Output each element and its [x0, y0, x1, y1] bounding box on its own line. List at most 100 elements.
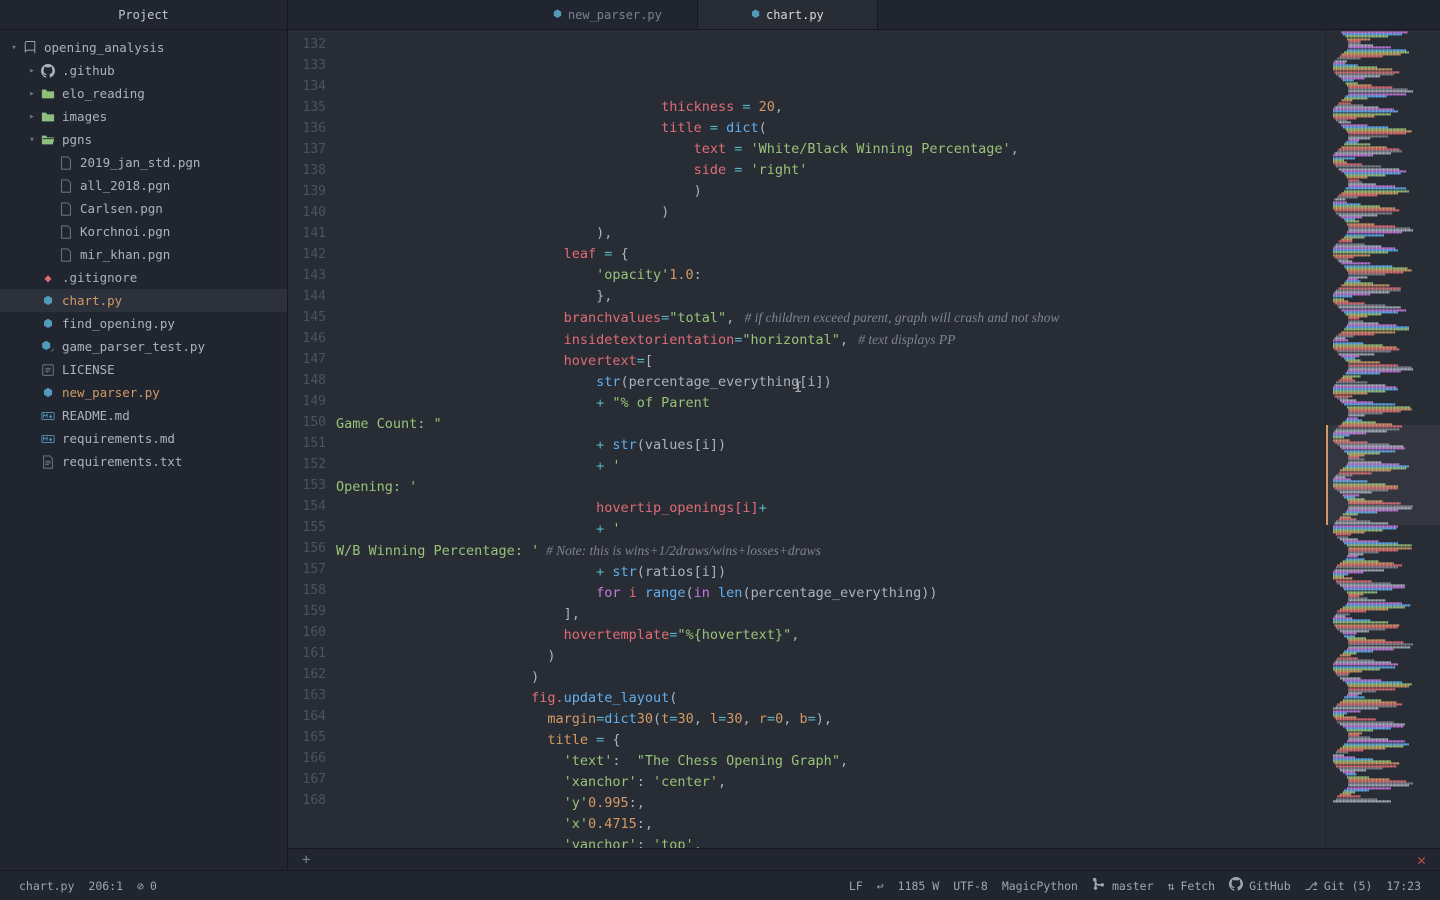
status-time: 17:23 — [1379, 871, 1428, 900]
tree-item-label: 2019_jan_std.pgn — [80, 155, 200, 170]
tree-item-label: elo_reading — [62, 86, 145, 101]
status-branch[interactable]: master — [1085, 871, 1161, 900]
python-icon: ⬢ — [751, 9, 760, 20]
tree-item-requirements-md[interactable]: requirements.md — [0, 427, 287, 450]
tree-item--github[interactable]: ▸ .github — [0, 59, 287, 82]
status-git[interactable]: ⎇Git (5) — [1298, 871, 1380, 900]
git-icon: ◆ — [40, 270, 56, 286]
tree-item-2019-jan-std-pgn[interactable]: 2019_jan_std.pgn — [0, 151, 287, 174]
tree-item-label: all_2018.pgn — [80, 178, 170, 193]
chevron-down-icon: ▾ — [8, 43, 20, 53]
tree-item-find-opening-py[interactable]: ⬢ find_opening.py — [0, 312, 287, 335]
tree-item-game-parser-test-py[interactable]: ⬢✓ game_parser_test.py — [0, 335, 287, 358]
python-icon: ⬢ — [40, 385, 56, 401]
python-test-icon: ⬢✓ — [40, 339, 56, 355]
tree-item-label: requirements.txt — [62, 454, 182, 469]
python-icon: ⬢ — [40, 316, 56, 332]
wrap-icon: ↩ — [877, 879, 884, 893]
stop-icon: ⊘ — [137, 879, 144, 893]
tree-item-label: pgns — [62, 132, 92, 147]
git-icon: ⎇ — [1305, 879, 1318, 893]
sidebar-title: Project — [0, 0, 287, 30]
close-icon[interactable]: ✕ — [1417, 851, 1426, 869]
plus-icon[interactable]: + — [302, 852, 310, 868]
branch-icon — [1092, 877, 1106, 894]
tree-item-label: new_parser.py — [62, 385, 160, 400]
bottom-tab-bar: + ✕ — [288, 848, 1440, 870]
tree-item-pgns[interactable]: ▾ pgns — [0, 128, 287, 151]
tree-item-label: requirements.md — [62, 431, 175, 446]
chevron-down-icon: ▾ — [26, 135, 38, 145]
status-bar: chart.py 206:1 ⊘0 LF ↩ 1185 W UTF-8 Magi… — [0, 870, 1440, 900]
tree-item-label: .github — [62, 63, 115, 78]
chevron-right-icon: ▸ — [26, 66, 38, 76]
tree-item-README-md[interactable]: README.md — [0, 404, 287, 427]
folder-icon — [40, 86, 56, 102]
code-content[interactable]: I thickness = 20, title = dict( text = '… — [336, 30, 1325, 848]
tree-item-LICENSE[interactable]: LICENSE — [0, 358, 287, 381]
file-icon — [58, 155, 74, 171]
minimap-viewport[interactable] — [1326, 425, 1440, 525]
status-lf[interactable]: LF — [842, 871, 870, 900]
tree-item-Korchnoi-pgn[interactable]: Korchnoi.pgn — [0, 220, 287, 243]
tree-item-label: LICENSE — [62, 362, 115, 377]
tree-item-all-2018-pgn[interactable]: all_2018.pgn — [0, 174, 287, 197]
file-icon — [58, 224, 74, 240]
tree-item-new-parser-py[interactable]: ⬢ new_parser.py — [0, 381, 287, 404]
tab-label: new_parser.py — [568, 8, 662, 22]
status-encoding[interactable]: UTF-8 — [946, 871, 995, 900]
markdown-icon — [40, 408, 56, 424]
tree-item-mir-khan-pgn[interactable]: mir_khan.pgn — [0, 243, 287, 266]
project-root[interactable]: ▾ opening_analysis — [0, 36, 287, 59]
file-icon — [58, 247, 74, 263]
status-grammar[interactable]: MagicPython — [995, 871, 1085, 900]
tree-item-label: game_parser_test.py — [62, 339, 205, 354]
tree-item-chart-py[interactable]: ⬢ chart.py — [0, 289, 287, 312]
tree-item--gitignore[interactable]: ◆ .gitignore — [0, 266, 287, 289]
status-filename[interactable]: chart.py — [12, 871, 81, 900]
license-icon — [40, 362, 56, 378]
file-icon — [58, 201, 74, 217]
minimap[interactable]: ████████████████████████████████████████… — [1325, 30, 1440, 848]
tree-item-label: Korchnoi.pgn — [80, 224, 170, 239]
github-icon — [1229, 877, 1243, 894]
tree-item-elo-reading[interactable]: ▸ elo_reading — [0, 82, 287, 105]
tree-item-label: find_opening.py — [62, 316, 175, 331]
tree-item-images[interactable]: ▸ images — [0, 105, 287, 128]
status-width[interactable]: 1185 W — [891, 871, 947, 900]
status-lint[interactable]: ⊘0 — [130, 871, 164, 900]
tree-item-Carlsen-pgn[interactable]: Carlsen.pgn — [0, 197, 287, 220]
line-gutter: 1321331341351361371381391401411421431441… — [288, 30, 336, 848]
chevron-right-icon: ▸ — [26, 89, 38, 99]
sync-icon: ⇅ — [1168, 879, 1175, 893]
tab-new-parser[interactable]: ⬢ new_parser.py — [518, 0, 698, 29]
editor-area: ⬢ new_parser.py ⬢ chart.py 1321331341351… — [288, 0, 1440, 870]
status-cursor[interactable]: 206:1 — [81, 871, 130, 900]
python-icon: ⬢ — [553, 9, 562, 20]
chevron-right-icon: ▸ — [26, 112, 38, 122]
status-wrap[interactable]: ↩ — [870, 871, 891, 900]
editor-body[interactable]: 1321331341351361371381391401411421431441… — [288, 30, 1440, 848]
project-name: opening_analysis — [44, 40, 164, 55]
tab-label: chart.py — [766, 8, 824, 22]
repo-icon — [22, 40, 38, 56]
folder-open-icon — [40, 132, 56, 148]
tree-item-label: Carlsen.pgn — [80, 201, 163, 216]
tree-item-label: README.md — [62, 408, 130, 423]
sidebar: Project ▾ opening_analysis ▸ .github ▸ elo_… — [0, 0, 288, 870]
text-cursor-icon: I — [794, 378, 795, 394]
tree-item-label: images — [62, 109, 107, 124]
tree-item-label: mir_khan.pgn — [80, 247, 170, 262]
tree-item-label: .gitignore — [62, 270, 137, 285]
tree-item-requirements-txt[interactable]: requirements.txt — [0, 450, 287, 473]
tree-item-label: chart.py — [62, 293, 122, 308]
github-icon — [40, 63, 56, 79]
python-icon: ⬢ — [40, 293, 56, 309]
text-icon — [40, 454, 56, 470]
status-github[interactable]: GitHub — [1222, 871, 1298, 900]
tab-chart[interactable]: ⬢ chart.py — [698, 0, 878, 29]
tab-bar: ⬢ new_parser.py ⬢ chart.py — [288, 0, 1440, 30]
file-tree: ▾ opening_analysis ▸.github▸elo_reading▸… — [0, 30, 287, 479]
file-icon — [58, 178, 74, 194]
status-fetch[interactable]: ⇅Fetch — [1161, 871, 1223, 900]
